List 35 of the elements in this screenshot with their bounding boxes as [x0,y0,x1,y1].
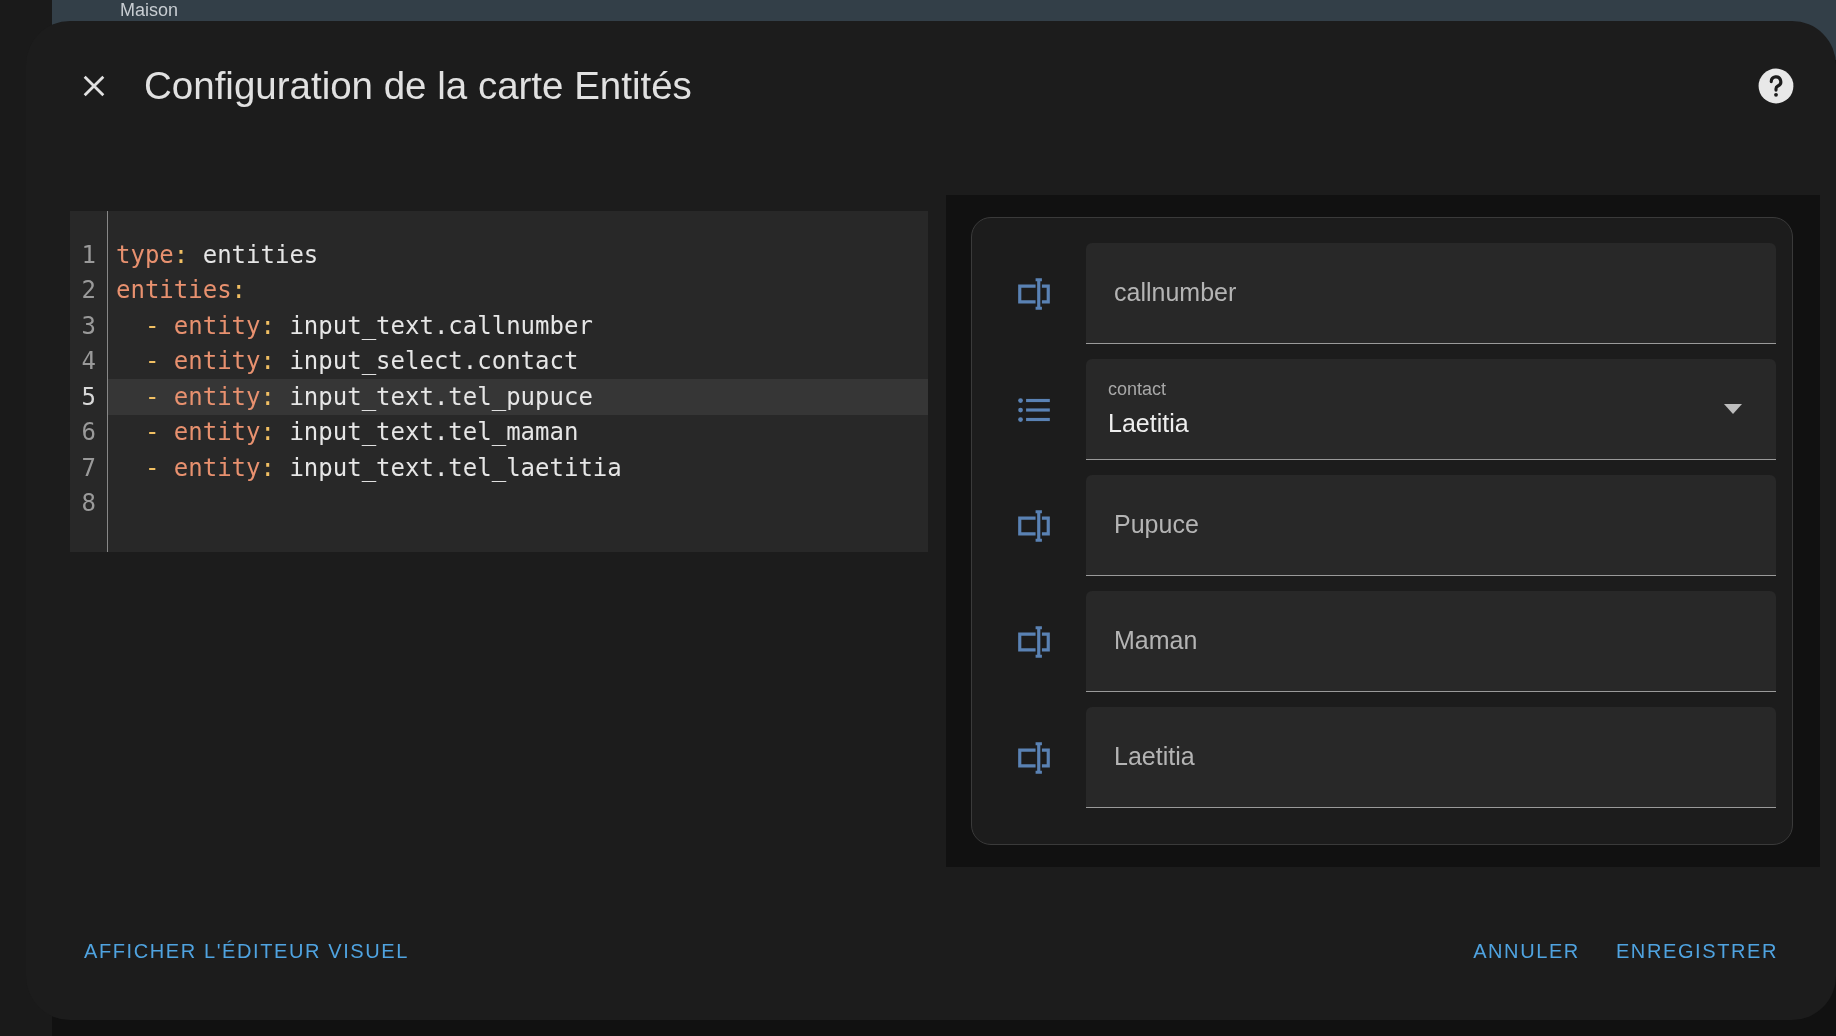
code-editor[interactable]: 1 type: entities 2 entities: 3 - entity: input_text.callnumber 4 - entity: input_select.contact 5 - entity: input_text.tel_pupuce 6 - entity: input_text.tel_maman 7 - entity: input_text.tel_laetitia 8 [70,211,928,552]
code-line: entities: [116,275,247,307]
select-field[interactable]: contact Laetitia [1086,359,1776,460]
help-icon [1757,67,1795,105]
field-value: Maman [1114,625,1198,657]
line-number: 7 [80,452,97,484]
dialog-button[interactable]: ENREGISTRER [1601,927,1792,975]
line-number: 8 [80,488,97,520]
help-button[interactable] [1756,66,1796,106]
code-line: - entity: input_text.tel_pupuce [143,381,593,413]
code-line: - entity: input_text.callnumber [143,310,593,342]
code-line: - entity: input_text.tel_maman [143,417,579,449]
dialog-title: Configuration de la carte Entités [144,63,692,110]
field-value: Laetitia [1108,407,1189,439]
field-value: Pupuce [1114,509,1199,541]
text-input-field[interactable]: Pupuce [1086,475,1776,576]
field-value: Laetitia [1114,741,1195,773]
code-line: - entity: input_select.contact [143,346,579,378]
text-input-field[interactable]: Laetitia [1086,707,1776,808]
show-visual-editor-button[interactable]: AFFICHER L'ÉDITEUR VISUEL [58,927,435,975]
line-number: 6 [80,417,97,449]
line-number: 2 [80,275,97,307]
dialog-button[interactable]: ANNULER [1459,927,1594,975]
dropdown-arrow-icon [1724,404,1742,414]
code-line: - entity: input_text.tel_laetitia [143,452,622,484]
line-number: 4 [80,346,97,378]
text-input-field[interactable]: Maman [1086,591,1776,692]
page-title: Maison [120,0,179,20]
line-number: 1 [80,239,97,271]
text-input-field[interactable]: callnumber [1086,243,1776,344]
field-value: callnumber [1114,277,1237,309]
code-line: type: entities [116,239,319,271]
line-number: 5 [80,381,97,413]
field-label: contact [1108,377,1168,401]
line-number: 3 [80,310,97,342]
